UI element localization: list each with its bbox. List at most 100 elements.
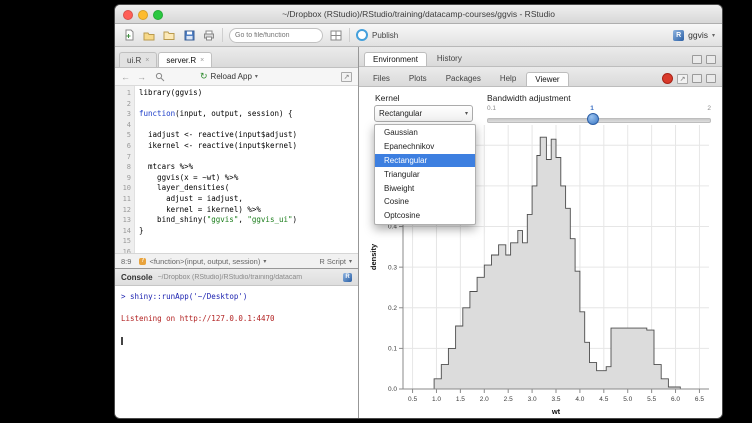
- svg-text:6.5: 6.5: [695, 396, 704, 403]
- open-in-new-window-icon[interactable]: ↗: [677, 74, 688, 84]
- chevron-down-icon: ▾: [263, 258, 266, 265]
- new-project-icon[interactable]: [142, 28, 156, 42]
- console-header[interactable]: Console ~/Dropbox (RStudio)/RStudio/trai…: [115, 269, 358, 286]
- toolbar-separator: [349, 28, 350, 42]
- slider-value-label: 1: [590, 105, 594, 112]
- kernel-option[interactable]: Gaussian: [375, 126, 475, 140]
- svg-text:0.2: 0.2: [388, 305, 397, 312]
- zoom-window-button[interactable]: [153, 10, 163, 20]
- tab-help[interactable]: Help: [491, 71, 525, 86]
- tab-viewer[interactable]: Viewer: [526, 72, 568, 86]
- kernel-dropdown[interactable]: GaussianEpanechnikovRectangularTriangula…: [374, 124, 476, 225]
- console-line: > shiny::runApp('~/Desktop'): [121, 291, 352, 302]
- r-session-icon: R: [343, 273, 352, 282]
- rstudio-window: ~/Dropbox (RStudio)/RStudio/training/dat…: [115, 5, 722, 418]
- magnifier-icon[interactable]: [153, 70, 167, 84]
- left-column: ui.R × server.R × ← →: [115, 47, 359, 418]
- code-line: adjust = iadjust,: [139, 194, 358, 205]
- scope-label: <function>(input, output, session): [149, 257, 260, 266]
- scope-selector[interactable]: f <function>(input, output, session) ▾: [139, 257, 266, 266]
- viewer-pane-header: Files Plots Packages Help Viewer ↗: [359, 67, 722, 87]
- chevron-down-icon: ▾: [255, 73, 258, 80]
- editor-toolbar: ← → ↻ Reload App ▾ ↗: [115, 68, 358, 86]
- svg-text:0.3: 0.3: [388, 264, 397, 271]
- minimize-window-button[interactable]: [138, 10, 148, 20]
- back-icon[interactable]: ←: [121, 72, 130, 82]
- code-line: [139, 99, 358, 110]
- console-line: Listening on http://127.0.0.1:4470: [121, 313, 352, 324]
- kernel-option[interactable]: Rectangular: [375, 154, 475, 168]
- project-name: ggvis: [688, 30, 708, 40]
- open-file-icon[interactable]: [162, 28, 176, 42]
- tab-plots[interactable]: Plots: [400, 71, 436, 86]
- minimize-pane-icon[interactable]: [692, 55, 702, 64]
- document-type-selector[interactable]: R Script ▾: [319, 257, 352, 266]
- minimize-pane-icon[interactable]: [692, 74, 702, 83]
- svg-text:wt: wt: [551, 407, 561, 416]
- tab-label: Packages: [446, 74, 481, 83]
- tab-label: Environment: [373, 55, 418, 64]
- workspace-panes-icon[interactable]: [329, 28, 343, 42]
- svg-text:0.1: 0.1: [388, 346, 397, 353]
- kernel-option[interactable]: Triangular: [375, 167, 475, 181]
- console-pane: Console ~/Dropbox (RStudio)/RStudio/trai…: [115, 269, 358, 418]
- close-tab-icon[interactable]: ×: [200, 57, 204, 64]
- publish-button[interactable]: Publish: [356, 29, 398, 41]
- code-line: function(input, output, session) {: [139, 109, 358, 120]
- code-line: ikernel <- reactive(input$kernel): [139, 141, 358, 152]
- tab-files[interactable]: Files: [364, 71, 399, 86]
- code-line: library(ggvis): [139, 88, 358, 99]
- tab-label: Help: [500, 74, 516, 83]
- reload-app-button[interactable]: ↻ Reload App ▾: [200, 71, 258, 82]
- svg-text:5.5: 5.5: [647, 396, 656, 403]
- goto-file-function-input[interactable]: [229, 28, 323, 43]
- r-project-icon: R: [673, 30, 684, 41]
- kernel-option[interactable]: Optcosine: [375, 209, 475, 223]
- tab-label: History: [437, 54, 462, 63]
- slider-min-label: 0.1: [487, 105, 496, 112]
- tab-label: ui.R: [127, 56, 141, 65]
- svg-text:2.0: 2.0: [480, 396, 489, 403]
- tab-environment[interactable]: Environment: [364, 52, 427, 66]
- svg-text:0.5: 0.5: [408, 396, 417, 403]
- popout-source-icon[interactable]: ↗: [341, 72, 352, 82]
- stop-app-button[interactable]: [662, 73, 673, 84]
- close-tab-icon[interactable]: ×: [145, 57, 149, 64]
- project-selector[interactable]: R ggvis ▾: [673, 30, 715, 41]
- toolbar-separator: [222, 28, 223, 42]
- main-toolbar: Publish R ggvis ▾: [115, 24, 722, 47]
- maximize-pane-icon[interactable]: [706, 74, 716, 83]
- kernel-selected-value: Rectangular: [379, 109, 422, 118]
- svg-text:density: density: [369, 243, 378, 270]
- console-output[interactable]: > shiny::runApp('~/Desktop') Listening o…: [115, 286, 358, 418]
- code-line: [139, 120, 358, 131]
- code-area[interactable]: 12345678910111213141516 library(ggvis) fu…: [115, 86, 358, 253]
- reload-label: Reload App: [211, 72, 252, 81]
- chevron-down-icon: ▾: [712, 32, 715, 39]
- code-line: layer_densities(: [139, 183, 358, 194]
- save-icon[interactable]: [182, 28, 196, 42]
- maximize-pane-icon[interactable]: [706, 55, 716, 64]
- console-cursor: [121, 337, 123, 345]
- slider-max-label: 2: [707, 105, 711, 112]
- code-line: }: [139, 226, 358, 237]
- tab-label: server.R: [166, 56, 196, 65]
- editor-gutter: 12345678910111213141516: [115, 86, 135, 253]
- kernel-option[interactable]: Cosine: [375, 195, 475, 209]
- tab-server-r[interactable]: server.R ×: [158, 52, 212, 67]
- code-line: mtcars %>%: [139, 162, 358, 173]
- print-icon[interactable]: [202, 28, 216, 42]
- close-window-button[interactable]: [123, 10, 133, 20]
- tab-ui-r[interactable]: ui.R ×: [119, 52, 157, 67]
- svg-text:0.4: 0.4: [388, 224, 397, 231]
- tab-packages[interactable]: Packages: [437, 71, 490, 86]
- chevron-down-icon: ▾: [465, 110, 468, 117]
- kernel-option[interactable]: Epanechnikov: [375, 140, 475, 154]
- kernel-option[interactable]: Biweight: [375, 181, 475, 195]
- svg-text:2.5: 2.5: [504, 396, 513, 403]
- forward-icon[interactable]: →: [137, 72, 146, 82]
- tab-history[interactable]: History: [428, 51, 471, 66]
- new-file-icon[interactable]: [122, 28, 136, 42]
- code-line: bind_shiny("ggvis", "ggvis_ui"): [139, 215, 358, 226]
- doc-type-label: R Script: [319, 257, 346, 266]
